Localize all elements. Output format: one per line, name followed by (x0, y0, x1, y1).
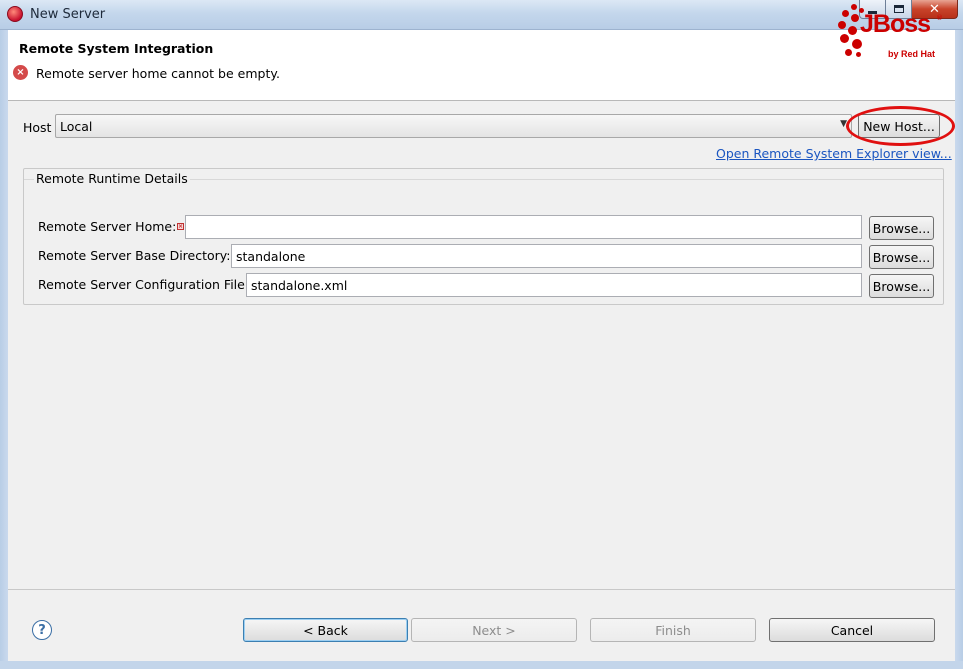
host-label: Host (23, 120, 52, 135)
cancel-button[interactable]: Cancel (769, 618, 935, 642)
remote-server-config-file-label: Remote Server Configuration File: (38, 277, 250, 292)
remote-server-config-file-value: standalone.xml (251, 278, 348, 293)
browse-config-file-button[interactable]: Browse... (869, 274, 934, 298)
finish-button[interactable]: Finish (590, 618, 756, 642)
chevron-down-icon: ▼ (840, 119, 847, 129)
page-title: Remote System Integration (19, 41, 214, 56)
browse-home-button[interactable]: Browse... (869, 216, 934, 240)
browse-base-directory-button[interactable]: Browse... (869, 245, 934, 269)
error-icon: × (13, 65, 28, 80)
remote-server-base-directory-value: standalone (236, 249, 306, 264)
window-frame-bottom (0, 661, 963, 669)
next-button[interactable]: Next > (411, 618, 577, 642)
back-button[interactable]: < Back (243, 618, 408, 642)
wizard-banner: Remote System Integration × Remote serve… (8, 30, 955, 101)
remote-server-home-label: Remote Server Home: (38, 219, 177, 234)
jboss-logo-registered: ® (936, 14, 943, 22)
host-combo-value: Local (60, 119, 93, 134)
window-frame-right (955, 30, 963, 669)
app-icon (7, 6, 23, 22)
title-bar[interactable]: New Server ✕ (0, 0, 963, 30)
group-legend: Remote Runtime Details (34, 171, 190, 186)
jboss-logo-subtitle: by Red Hat (888, 49, 936, 59)
host-combo[interactable]: Local ▼ (55, 114, 852, 138)
error-message: Remote server home cannot be empty. (36, 66, 280, 81)
remote-system-explorer-link[interactable]: Open Remote System Explorer view... (716, 146, 952, 161)
remote-server-base-directory-field[interactable]: standalone (231, 244, 862, 268)
jboss-logo-text: JBoss (860, 10, 931, 38)
help-icon[interactable]: ? (32, 620, 52, 640)
remote-server-base-directory-label: Remote Server Base Directory: (38, 248, 231, 263)
remote-server-config-file-field[interactable]: standalone.xml (246, 273, 862, 297)
window-frame-left (0, 30, 8, 669)
remote-server-home-field[interactable] (185, 215, 862, 239)
new-host-button[interactable]: New Host... (858, 114, 940, 138)
help-icon-glyph: ? (38, 622, 46, 638)
error-icon-glyph: × (16, 67, 25, 78)
window-title: New Server (30, 7, 106, 22)
field-error-icon: × (177, 223, 184, 230)
